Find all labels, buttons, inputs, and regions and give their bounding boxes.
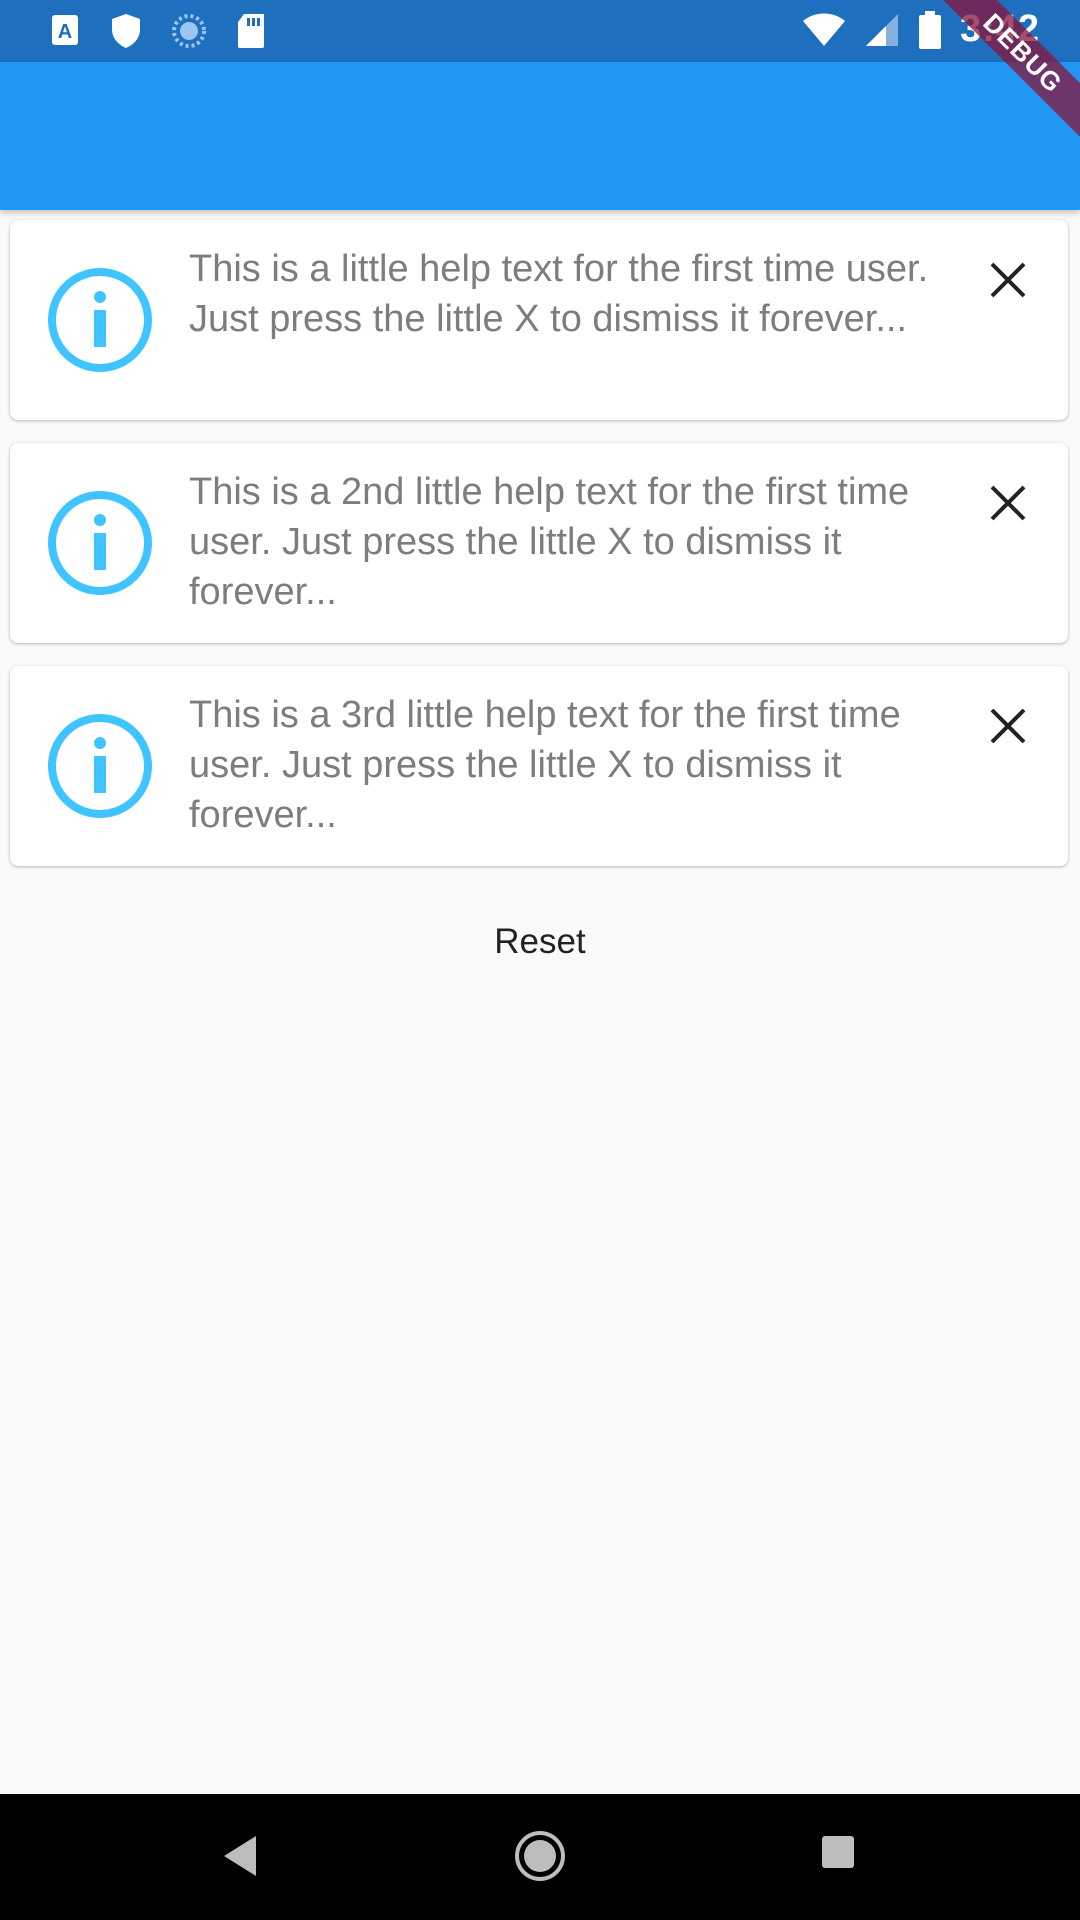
close-icon xyxy=(990,708,1026,744)
dismiss-button[interactable] xyxy=(978,473,1038,533)
help-card: This is a little help text for the first… xyxy=(10,220,1068,420)
info-icon xyxy=(48,268,152,372)
home-icon[interactable] xyxy=(514,1830,566,1882)
dismiss-button[interactable] xyxy=(978,250,1038,310)
help-card: This is a 2nd little help text for the f… xyxy=(10,443,1068,643)
dismiss-button[interactable] xyxy=(978,696,1038,756)
sd-card-icon xyxy=(238,14,264,48)
help-text: This is a little help text for the first… xyxy=(189,248,929,340)
wifi-icon xyxy=(802,13,845,46)
recents-icon[interactable] xyxy=(820,1834,856,1870)
info-icon xyxy=(48,491,152,595)
font-a-icon: A xyxy=(52,15,78,45)
shield-icon xyxy=(112,14,140,48)
close-icon xyxy=(990,262,1026,298)
app-bar xyxy=(0,62,1080,210)
help-text: This is a 2nd little help text for the f… xyxy=(189,471,910,613)
help-card-list: This is a little help text for the first… xyxy=(10,220,1070,889)
signal-icon xyxy=(865,13,898,46)
help-card: This is a 3rd little help text for the f… xyxy=(10,666,1068,866)
info-icon xyxy=(48,714,152,818)
navigation-bar xyxy=(0,1794,1080,1920)
close-icon xyxy=(990,485,1026,521)
status-bar-left-icons: A xyxy=(50,12,266,50)
battery-icon xyxy=(918,10,941,49)
help-text: This is a 3rd little help text for the f… xyxy=(189,694,901,836)
reset-button[interactable]: Reset xyxy=(440,910,640,974)
sync-circle-icon xyxy=(172,14,206,48)
back-icon[interactable] xyxy=(222,1832,258,1880)
svg-text:A: A xyxy=(58,21,72,43)
status-bar: A 3:42 xyxy=(0,0,1080,62)
